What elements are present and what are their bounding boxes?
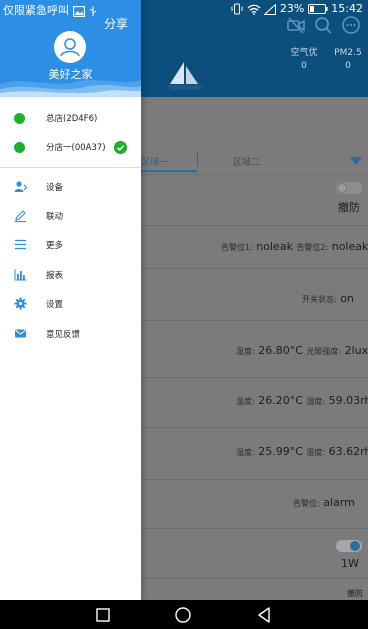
row-label: 告警位: [293, 499, 320, 508]
menu-label: 设备 [46, 183, 64, 193]
menu-label: 报表 [46, 271, 64, 281]
battery-icon [307, 4, 328, 14]
pm25-label: PM2.5 [334, 48, 362, 58]
avatar[interactable] [54, 31, 86, 63]
row-value: 26.80°C [258, 344, 303, 357]
vibrate-icon [231, 3, 244, 15]
edit-icon [15, 210, 26, 222]
row-label: 温度: [236, 448, 255, 457]
menu-item-reports[interactable]: 报表 [0, 261, 141, 289]
user-icon [60, 38, 80, 57]
menu-label: 更多 [46, 241, 64, 251]
bar-chart-icon [14, 269, 27, 281]
back-icon[interactable] [255, 605, 275, 625]
row-value: 25.99°C [258, 445, 303, 458]
row-label: 温度: [236, 347, 255, 356]
carrier-text: 仅限紧急呼叫 [3, 4, 69, 17]
menu-label: 联动 [46, 212, 64, 222]
store-item-main[interactable]: 总店(2D4F6) [0, 104, 141, 134]
online-status-icon [14, 113, 25, 124]
recent-apps-icon[interactable] [93, 605, 113, 625]
mail-icon [15, 329, 26, 338]
air-quality-widget: 空气优 0 [286, 47, 322, 73]
clock: 15:42 [331, 2, 363, 15]
system-nav-bar [0, 600, 368, 629]
tab-divider [197, 152, 198, 166]
sailboat-icon [166, 62, 204, 90]
checkmark-icon [114, 141, 127, 154]
row-value: 26.20°C [258, 394, 303, 407]
signal-icon [264, 3, 277, 15]
arm-status: 撤防 [338, 201, 360, 214]
search-icon[interactable] [313, 15, 333, 35]
menu-item-devices[interactable]: 设备 [0, 173, 141, 201]
device-row[interactable]: 开关状态: on [302, 292, 354, 305]
camera-off-icon[interactable] [286, 15, 306, 35]
device-row[interactable]: 告警位: alarm [293, 496, 355, 509]
row-label: 告警位2: [296, 243, 329, 252]
row-label: 光照强度: [306, 347, 342, 356]
image-icon [72, 5, 85, 17]
pm25-value: 0 [345, 61, 351, 71]
drawer-divider [0, 167, 141, 168]
menu-label: 意见反馈 [46, 330, 81, 340]
menu-item-more[interactable]: 更多 [0, 231, 141, 259]
air-quality-label: 空气优 [290, 48, 318, 58]
row-value: noleak [256, 240, 293, 253]
menu-item-settings[interactable]: 设置 [0, 290, 141, 318]
menu-lines-icon [15, 239, 26, 250]
arm-status: 撤防 [347, 589, 363, 598]
row-value: 2lux [344, 344, 368, 357]
status-bar: 仅限紧急呼叫 23% 15:42 [0, 0, 368, 18]
dropdown-arrow-icon[interactable] [350, 157, 362, 165]
air-quality-value: 0 [301, 61, 307, 71]
status-right: 23% 15:42 [231, 2, 363, 15]
usb-icon [89, 6, 97, 16]
device-row[interactable]: 温度: 25.99°C 湿度: 63.62rh [236, 445, 368, 458]
power-value: 1W [341, 557, 359, 570]
device-row[interactable]: 温度: 26.80°C 光照强度: 2lux [236, 344, 368, 357]
row-label: 告警位1: [221, 243, 253, 252]
device-row[interactable]: 温度: 26.20°C 湿度: 59.03rh [236, 394, 368, 407]
menu-item-linkage[interactable]: 联动 [0, 202, 141, 230]
row-label: 温度: [236, 397, 255, 406]
power-toggle[interactable] [336, 540, 362, 552]
store-item-branch-1[interactable]: 分店一(00A37) [0, 133, 141, 163]
row-value: 63.62rh [328, 445, 368, 458]
chat-icon[interactable] [341, 15, 361, 35]
menu-label: 设置 [46, 300, 64, 310]
device-row[interactable]: 告警位1: noleak 告警位2: noleak [221, 240, 368, 253]
tab-zone-2[interactable]: 区域二 [233, 155, 260, 168]
row-value: on [340, 292, 354, 305]
battery-percent: 23% [279, 2, 305, 15]
pm25-widget: PM2.5 0 [330, 47, 366, 73]
toggle-knob [350, 541, 360, 551]
toggle-knob [337, 183, 347, 193]
waves-decoration [0, 80, 141, 97]
gear-icon [14, 297, 27, 310]
tab-zone-1[interactable]: 区域一 [141, 152, 197, 172]
store-label: 分店一(00A37) [46, 143, 106, 153]
wifi-icon [247, 4, 261, 15]
row-label: 湿度: [306, 397, 326, 406]
navigation-drawer: 分享 美好之家 总店(2D4F6) 分店一(00A37) 设备 联动 更多 报表… [0, 0, 141, 600]
menu-item-feedback[interactable]: 意见反馈 [0, 320, 141, 348]
status-left: 仅限紧急呼叫 [3, 2, 98, 18]
online-status-icon [14, 142, 25, 153]
row-label: 湿度: [306, 448, 326, 457]
row-value: 59.03rh [328, 394, 368, 407]
device-icon [14, 181, 27, 192]
row-value: alarm [323, 496, 355, 509]
row-label: 开关状态: [302, 295, 337, 304]
store-label: 总店(2D4F6) [46, 114, 98, 124]
home-icon[interactable] [173, 605, 193, 625]
row-value: noleak [331, 240, 368, 253]
arm-toggle[interactable] [336, 182, 362, 194]
